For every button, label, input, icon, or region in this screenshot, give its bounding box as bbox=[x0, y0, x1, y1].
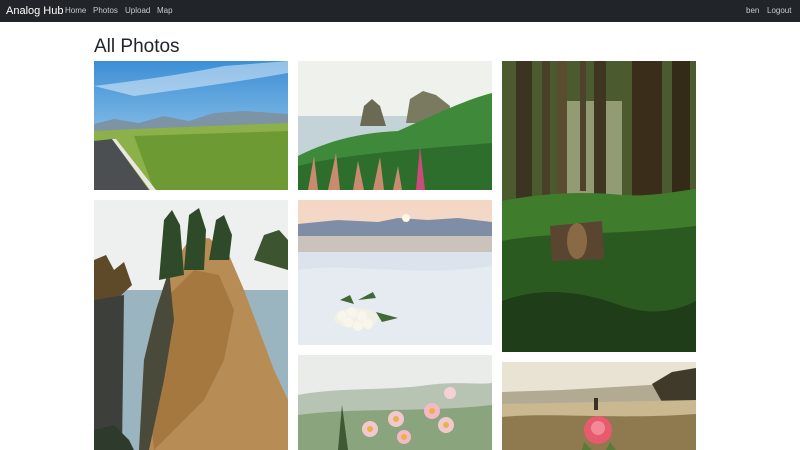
pink-flower-beach-photo[interactable] bbox=[502, 362, 696, 450]
pink-flower-beach-image bbox=[502, 362, 696, 450]
coastal-rocks-flowers-photo[interactable] bbox=[298, 61, 492, 190]
rocky-cliff-trees-photo[interactable] bbox=[94, 200, 288, 450]
navbar: Analog Hub Home Photos Upload Map ben Lo… bbox=[0, 0, 800, 22]
nav-link-upload[interactable]: Upload bbox=[125, 5, 150, 17]
forest-trees-image bbox=[502, 61, 696, 352]
nav-link-photos[interactable]: Photos bbox=[93, 5, 118, 17]
nav-link-map[interactable]: Map bbox=[157, 5, 173, 17]
forest-trees-photo[interactable] bbox=[502, 61, 696, 352]
white-roses-dunes-image bbox=[298, 200, 492, 345]
rocky-cliff-trees-image bbox=[94, 200, 288, 450]
coastal-rocks-flowers-image bbox=[298, 61, 492, 190]
page-title: All Photos bbox=[94, 36, 180, 57]
road-hills-photo[interactable] bbox=[94, 61, 288, 190]
logout-link[interactable]: Logout bbox=[767, 5, 791, 17]
road-hills-image bbox=[94, 61, 288, 190]
nav-link-home[interactable]: Home bbox=[65, 5, 86, 17]
user-name-link[interactable]: ben bbox=[746, 5, 759, 17]
brand-logo-link[interactable]: Analog Hub bbox=[6, 3, 64, 19]
pink-flowers-meadow-image bbox=[298, 355, 492, 450]
pink-flowers-meadow-photo[interactable] bbox=[298, 355, 492, 450]
white-roses-dunes-photo[interactable] bbox=[298, 200, 492, 345]
